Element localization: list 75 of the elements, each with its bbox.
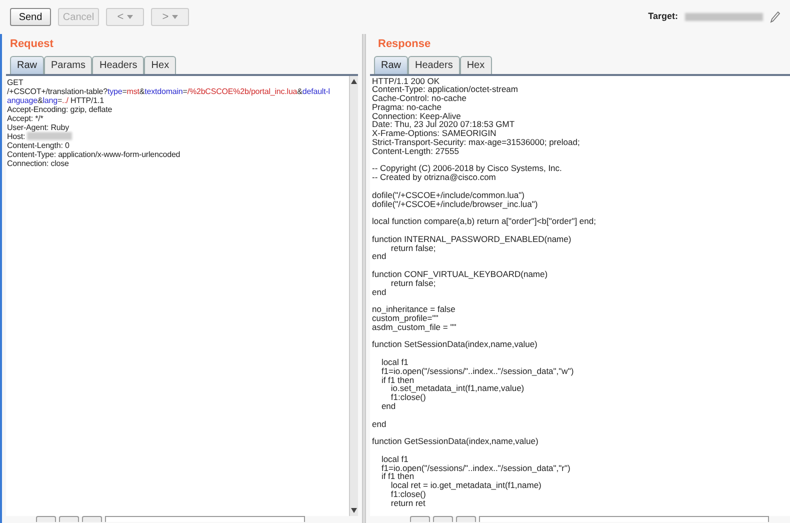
response-line: function CONF_VIRTUAL_KEYBOARD(name): [372, 270, 548, 279]
caret-icon: [126, 15, 133, 19]
editor-tab[interactable]: Hex: [144, 56, 176, 74]
scroll-down-icon[interactable]: [351, 508, 357, 513]
request-line: /+CSCOT+/translation-table?type=mst&textdomain=/%2bCSCOE%2b/portal_inc.lua&default-l: [7, 86, 330, 96]
scroll-up-icon[interactable]: [351, 78, 357, 84]
request-line: User-Agent: Ruby: [7, 122, 69, 132]
response-line: Connection: Keep-Alive: [372, 112, 461, 120]
editor-tab[interactable]: Raw: [10, 56, 44, 74]
search-bar-button[interactable]: [433, 516, 453, 522]
response-line: HTTP/1.1 200 OK: [372, 76, 440, 86]
response-line: function GetSessionData(index,name,value): [372, 437, 538, 446]
editor-tab[interactable]: Raw: [374, 56, 408, 74]
response-line: X-Frame-Options: SAMEORIGIN: [372, 129, 496, 138]
response-line: asdm_custom_file = "": [372, 322, 456, 332]
response-line: io.set_metadata_int(f1,name,value): [390, 384, 524, 394]
response-line: end: [380, 402, 396, 411]
pencil-icon[interactable]: [770, 11, 780, 23]
response-line: dofile("/+CSCOE+/include/common.lua"): [372, 190, 524, 200]
redacted-host: [27, 132, 72, 140]
response-line: no_inheritance = false: [372, 305, 456, 314]
response-line: local ret = io.get_metadata_int(f1,name): [390, 481, 542, 490]
response-line: return false;: [390, 278, 436, 288]
panel-title: Response: [378, 37, 432, 52]
response-line: return false;: [390, 244, 436, 252]
request-line: Accept-Encoding: gzip, deflate: [7, 104, 112, 114]
response-line: Content-Length: 27555: [372, 146, 459, 156]
response-line: function INTERNAL_PASSWORD_ENABLED(name): [372, 234, 572, 244]
header-line: Host:: [7, 132, 26, 140]
response-line: Pragma: no-cache: [372, 102, 442, 112]
search-bar-button[interactable]: [410, 516, 430, 522]
response-line: local f1: [380, 358, 408, 367]
request-line: Content-Type: application/x-www-form-urlencoded: [7, 150, 180, 158]
response-line: -- Copyright (C) 2006-2018 by Cisco Systems, Inc.: [372, 164, 562, 174]
response-line: if f1 then: [380, 376, 414, 384]
response-line: f1:close(): [390, 393, 426, 402]
editor-tab[interactable]: Hex: [460, 56, 492, 74]
request-line: Connection: close: [7, 158, 69, 168]
response-line: Content-Type: application/octet-stream: [372, 85, 518, 94]
request-line: Accept: */*: [7, 114, 44, 122]
search-bar-button[interactable]: [36, 516, 56, 522]
request-line: GET: [7, 78, 24, 86]
search-bar-button[interactable]: [82, 516, 102, 522]
response-line: Date: Thu, 23 Jul 2020 07:18:53 GMT: [372, 120, 515, 130]
response-line: if f1 then: [380, 472, 414, 482]
response-line: custom_profile="": [372, 314, 438, 323]
response-line: local function compare(a,b) return a["order"]<b["order"] end;: [372, 217, 596, 226]
editor-tab[interactable]: Params: [44, 56, 92, 74]
response-line: function SetSessionData(index,name,value): [372, 340, 538, 350]
caret-icon: [172, 15, 178, 19]
editor-tab[interactable]: Headers: [408, 56, 460, 74]
response-line: end: [372, 420, 386, 428]
panel-title: Request: [10, 37, 54, 52]
request-line: Content-Length: 0: [7, 140, 70, 150]
search-bar-button[interactable]: [59, 516, 79, 522]
response-line: f1:close(): [390, 490, 426, 499]
response-line: return ret: [390, 498, 426, 508]
target-label: Target:: [648, 10, 678, 24]
response-line: end: [372, 252, 386, 262]
response-line: f1=io.open("/sessions/"..index.."/session_data","r"): [380, 464, 570, 472]
request-line: anguage&lang=../ HTTP/1.1: [7, 96, 104, 104]
search-field[interactable]: [479, 516, 769, 522]
editor-tab[interactable]: Headers: [92, 56, 144, 74]
toolbar-button[interactable]: Send: [10, 8, 51, 26]
response-line: Strict-Transport-Security: max-age=31536000; preload;: [372, 138, 580, 147]
scrollbar[interactable]: [349, 76, 358, 516]
response-line: dofile("/+CSCOE+/include/browser_inc.lua"): [372, 200, 538, 208]
response-line: end: [372, 288, 386, 296]
response-line: Cache-Control: no-cache: [372, 94, 466, 103]
search-field[interactable]: [105, 516, 305, 522]
search-bar-button[interactable]: [456, 516, 476, 522]
response-line: local f1: [380, 454, 408, 464]
response-line: -- Created by otrizna@cisco.com: [372, 173, 496, 182]
response-line: f1=io.open("/sessions/"..index.."/session_data","w"): [380, 366, 574, 376]
response-editor[interactable]: [370, 76, 790, 516]
